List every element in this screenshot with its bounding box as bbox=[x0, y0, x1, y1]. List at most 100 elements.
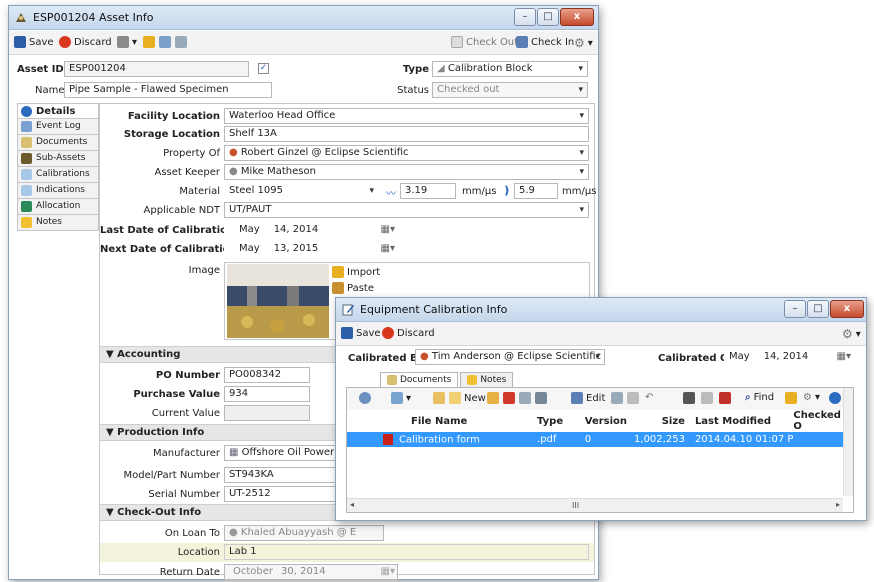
folder-button[interactable]: ▾ bbox=[391, 392, 411, 404]
properties-icon bbox=[535, 392, 547, 404]
next-cal-date[interactable]: May 13, 2015 ▦▾ bbox=[224, 241, 398, 257]
info-icon bbox=[21, 106, 32, 117]
view-button[interactable] bbox=[785, 392, 797, 404]
horizontal-scrollbar[interactable]: ◂ III ▸ bbox=[347, 498, 843, 512]
calendar-icon: ▦▾ bbox=[380, 566, 395, 577]
maximize-button[interactable]: □ bbox=[537, 8, 559, 26]
checkin-doc-button[interactable] bbox=[627, 392, 639, 404]
keeper-dropdown[interactable]: ● Mike Matheson bbox=[224, 164, 589, 180]
col-type[interactable]: Type bbox=[537, 410, 585, 432]
type-dropdown[interactable]: ◢ Calibration Block bbox=[432, 61, 588, 77]
tab-documents[interactable]: Documents bbox=[380, 372, 459, 387]
last-cal-date[interactable]: May 14, 2014 ▦▾ bbox=[224, 222, 398, 238]
velocity-long-field[interactable]: 5.9 bbox=[514, 183, 558, 199]
current-value-field[interactable] bbox=[224, 405, 310, 421]
sidebar-item-calibrations[interactable]: Calibrations bbox=[17, 167, 99, 183]
dialog-close-button[interactable]: x bbox=[830, 300, 864, 318]
asset-checkbox[interactable]: ✓ bbox=[258, 63, 269, 74]
doc-settings-button[interactable]: ⚙ ▾ bbox=[803, 392, 820, 403]
copy-doc-button[interactable] bbox=[701, 392, 713, 404]
location-field[interactable]: Lab 1 bbox=[224, 544, 589, 560]
purchase-field[interactable]: 934 bbox=[224, 386, 310, 402]
return-date[interactable]: October 30, 2014 ▦▾ bbox=[224, 564, 398, 580]
table-row[interactable]: Calibration form .pdf 0 1,002,253 2014.0… bbox=[347, 432, 845, 447]
col-version[interactable]: Version bbox=[585, 410, 634, 432]
minimize-button[interactable]: – bbox=[514, 8, 536, 26]
dialog-maximize-button[interactable]: □ bbox=[807, 300, 829, 318]
po-field[interactable]: PO008342 bbox=[224, 367, 310, 383]
save-button[interactable]: Save bbox=[14, 36, 54, 48]
help-button[interactable] bbox=[829, 392, 841, 404]
calibrated-by-dropdown[interactable]: ● Tim Anderson @ Eclipse Scientific Prod… bbox=[415, 349, 605, 365]
storage-field[interactable]: Shelf 13A bbox=[224, 126, 589, 142]
ndt-dropdown[interactable]: UT/PAUT bbox=[224, 202, 589, 218]
status-dropdown[interactable]: Checked out bbox=[432, 82, 588, 98]
tab-notes[interactable]: Notes bbox=[460, 372, 514, 387]
name-label: Name bbox=[35, 85, 65, 96]
facility-label: Facility Location bbox=[127, 111, 220, 122]
sidebar-item-sub-assets[interactable]: Sub-Assets bbox=[17, 151, 99, 167]
sidebar-item-notes[interactable]: Notes bbox=[17, 215, 99, 231]
sidebar-item-event-log[interactable]: Event Log bbox=[17, 119, 99, 135]
delete-button[interactable] bbox=[503, 392, 515, 404]
open-folder-button[interactable] bbox=[433, 392, 445, 404]
property-dropdown[interactable]: ● Robert Ginzel @ Eclipse Scientific bbox=[224, 145, 589, 161]
sidebar-item-allocation[interactable]: Allocation bbox=[17, 199, 99, 215]
edit-button[interactable]: Edit bbox=[571, 392, 605, 404]
asset-id-field[interactable]: ESP001204 bbox=[64, 61, 249, 77]
tool-button-1[interactable] bbox=[143, 36, 155, 48]
new-document-icon bbox=[449, 392, 461, 404]
col-file-name[interactable]: File Name bbox=[347, 410, 537, 432]
sidebar-item-indications[interactable]: Indications bbox=[17, 183, 99, 199]
properties-button[interactable] bbox=[535, 392, 547, 404]
sidebar-item-documents[interactable]: Documents bbox=[17, 135, 99, 151]
scroll-left-arrow[interactable]: ◂ bbox=[350, 500, 354, 509]
calibration-icon bbox=[21, 169, 32, 180]
block-icon: ◢ bbox=[437, 63, 448, 74]
hash-button[interactable] bbox=[683, 392, 695, 404]
export-button[interactable] bbox=[519, 392, 531, 404]
new-button[interactable]: New bbox=[449, 392, 486, 404]
paste-button[interactable]: Paste bbox=[332, 282, 374, 294]
undo-button[interactable]: ↶ bbox=[645, 392, 653, 403]
sidebar-item-details[interactable]: Details bbox=[17, 103, 99, 119]
file-modified-cell: 2014.04.10 01:07 P bbox=[694, 434, 794, 445]
check-out-button[interactable]: Check Out bbox=[451, 36, 518, 48]
dialog-discard-button[interactable]: Discard bbox=[382, 327, 435, 339]
col-size[interactable]: Size bbox=[634, 410, 691, 432]
model-label: Model/Part Number bbox=[123, 470, 220, 481]
calibrated-on-date[interactable]: May 14, 2014 ▦▾ bbox=[724, 349, 854, 365]
material-dropdown[interactable]: Steel 1095 bbox=[224, 183, 379, 199]
checkout-doc-button[interactable] bbox=[611, 392, 623, 404]
discard-button[interactable]: Discard bbox=[59, 36, 112, 48]
last-cal-label: Last Date of Calibration bbox=[100, 225, 235, 236]
loan-field[interactable]: ● Khaled Abuayyash @ E bbox=[224, 525, 384, 541]
back-button[interactable] bbox=[359, 392, 371, 404]
col-last-modified[interactable]: Last Modified bbox=[691, 410, 793, 432]
dialog-settings-button[interactable]: ⚙ ▾ bbox=[842, 327, 861, 341]
refresh-icon bbox=[359, 392, 371, 404]
check-in-button[interactable]: Check In bbox=[516, 36, 574, 48]
pdf-button[interactable] bbox=[719, 392, 731, 404]
velocity-shear-field[interactable]: 3.19 bbox=[400, 183, 456, 199]
print-button[interactable]: ▾ bbox=[117, 36, 137, 48]
dialog-save-button[interactable]: Save bbox=[341, 327, 381, 339]
dialog-toolbar: Save Discard ⚙ ▾ bbox=[336, 322, 866, 346]
dialog-minimize-button[interactable]: – bbox=[784, 300, 806, 318]
printer-icon bbox=[117, 36, 129, 48]
find-button[interactable]: ⌕ Find bbox=[745, 392, 774, 403]
documents-table: File Name Type Version Size Last Modifie… bbox=[347, 410, 845, 447]
vertical-scrollbar[interactable] bbox=[843, 388, 853, 496]
col-checked-out[interactable]: Checked O bbox=[793, 410, 845, 432]
import-button[interactable]: Import bbox=[332, 266, 380, 278]
add-file-button[interactable] bbox=[487, 392, 499, 404]
close-button[interactable]: x bbox=[560, 8, 594, 26]
settings-button[interactable]: ⚙ ▾ bbox=[574, 36, 593, 50]
tool-button-3[interactable] bbox=[175, 36, 187, 48]
name-field[interactable]: Pipe Sample - Flawed Specimen bbox=[64, 82, 272, 98]
scroll-right-arrow[interactable]: ▸ bbox=[836, 500, 840, 509]
facility-dropdown[interactable]: Waterloo Head Office bbox=[224, 108, 589, 124]
current-value-label: Current Value bbox=[151, 408, 220, 419]
tool-button-2[interactable] bbox=[159, 36, 171, 48]
binoculars-icon: ⌕ bbox=[745, 392, 751, 403]
